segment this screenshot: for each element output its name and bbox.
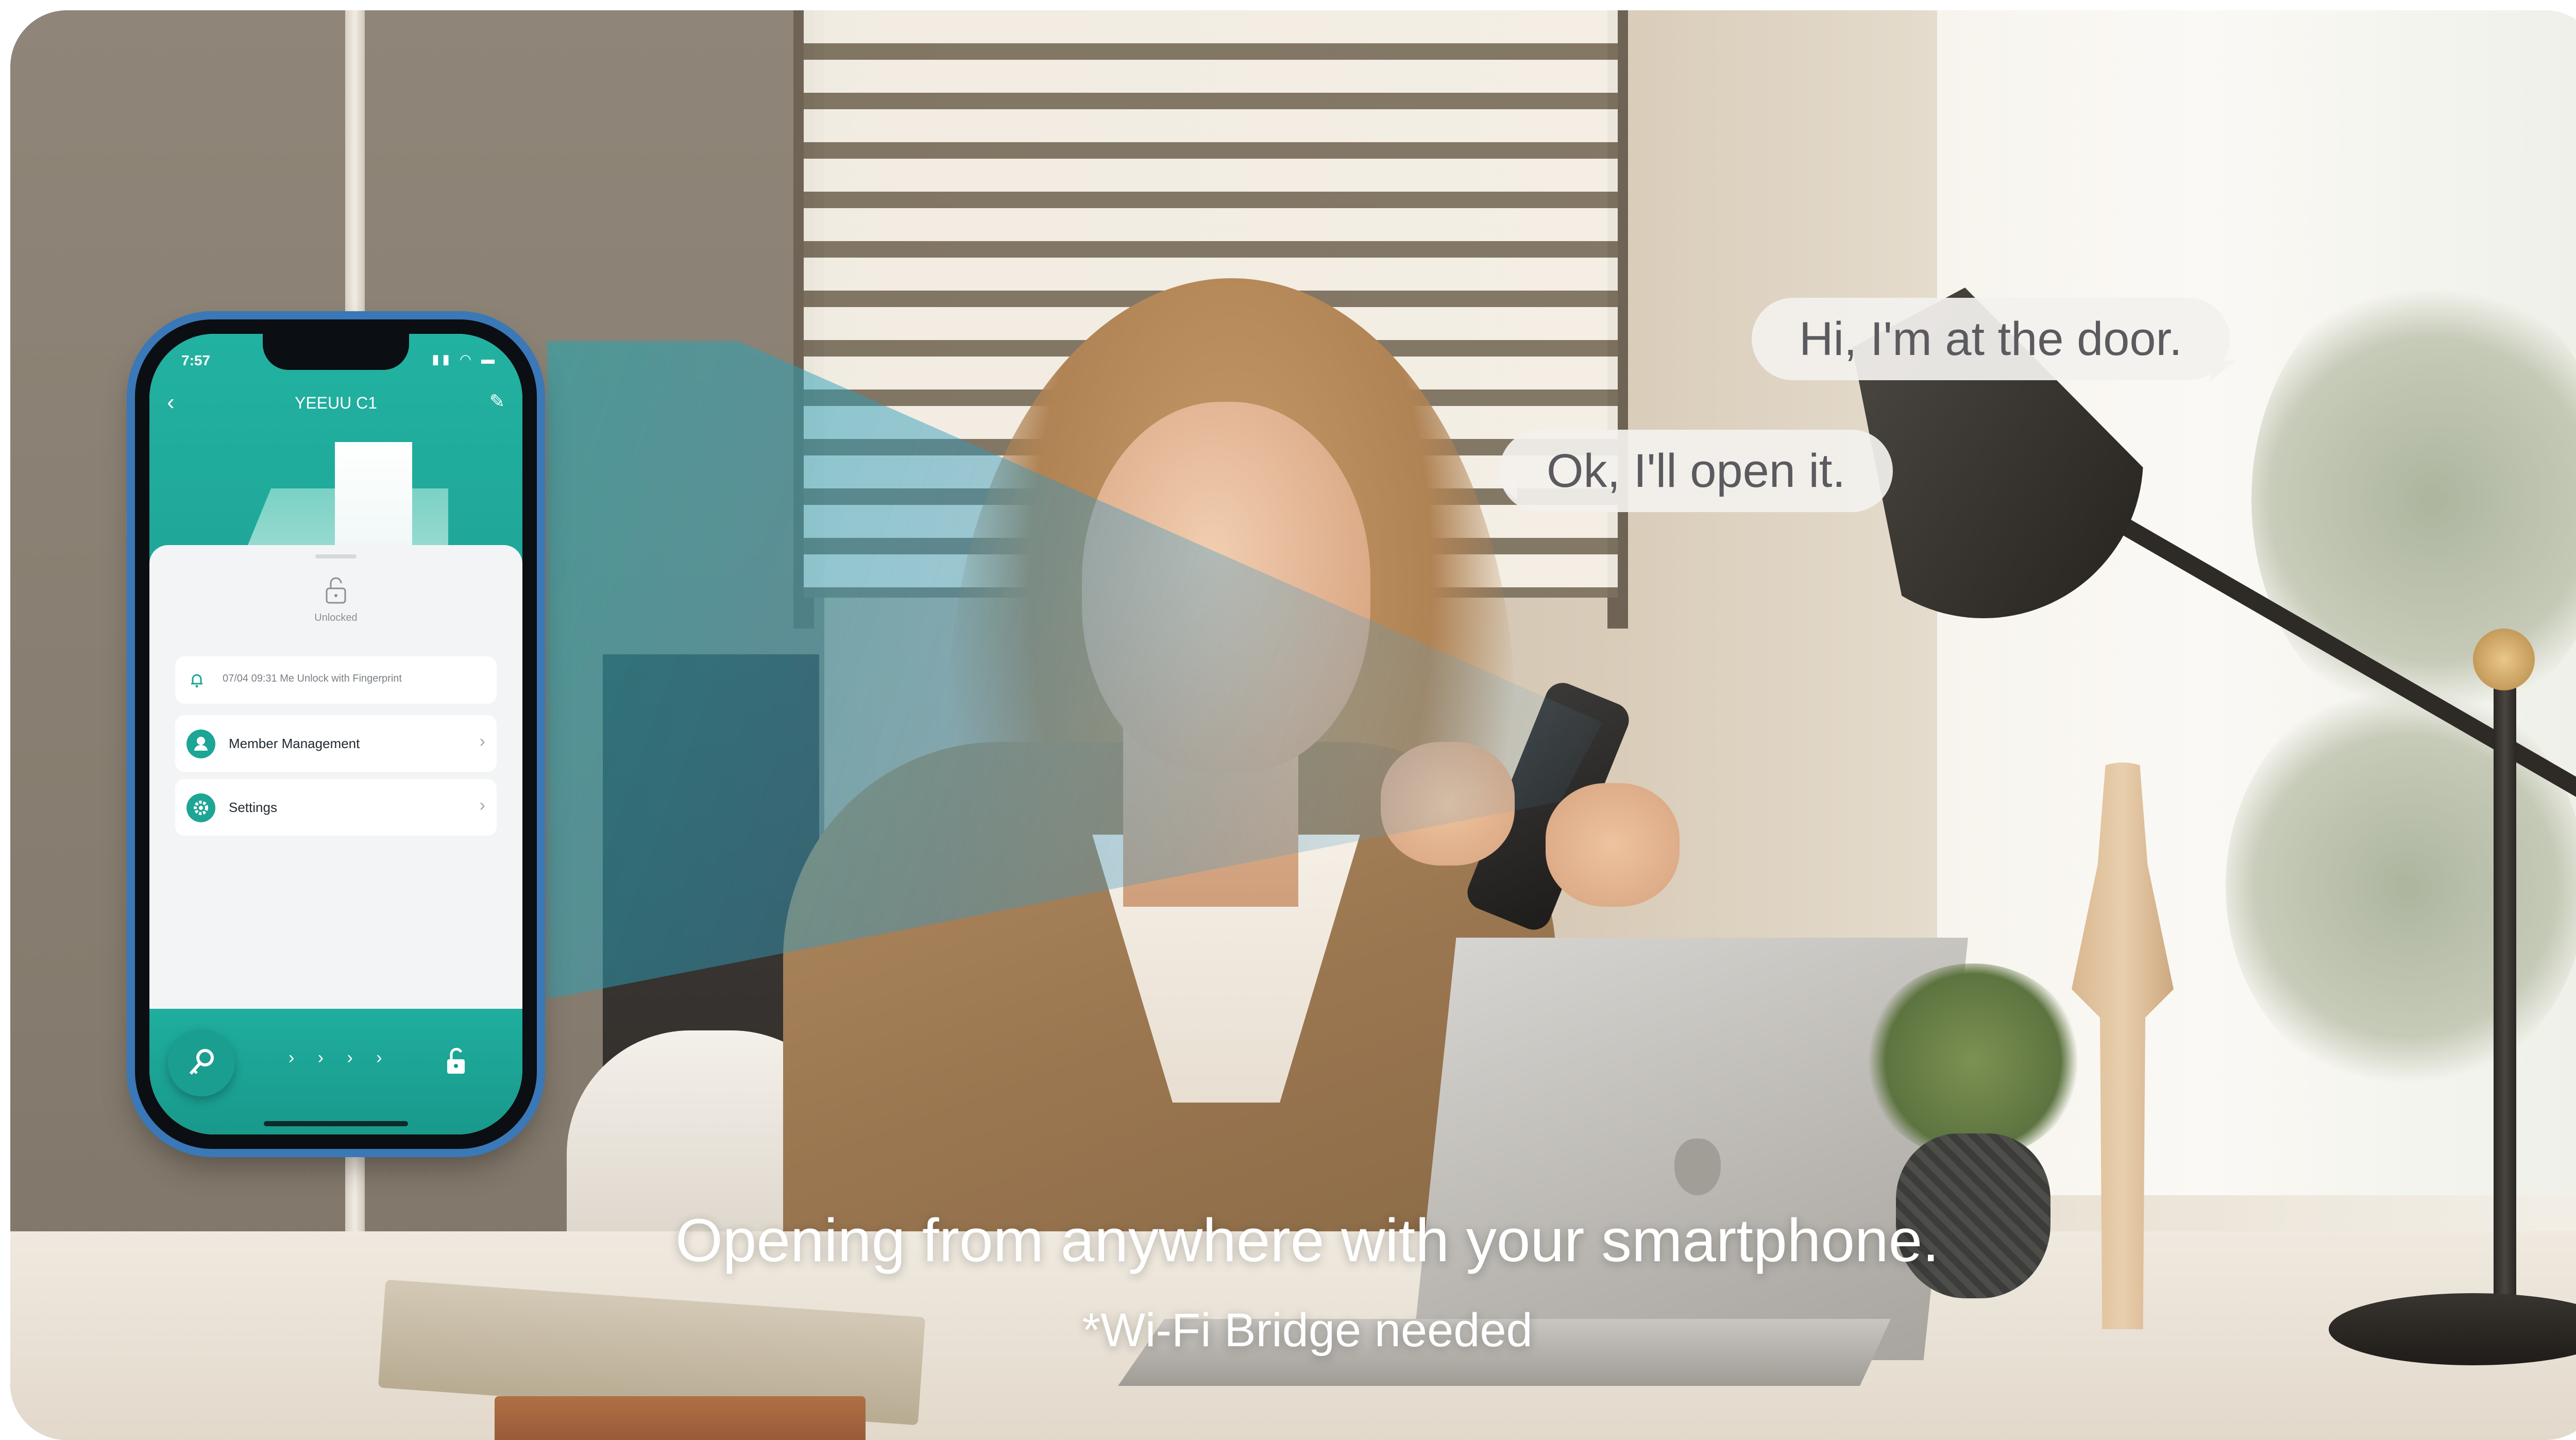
woman-hand-right — [1546, 783, 1680, 907]
gear-icon — [187, 793, 215, 822]
home-indicator — [264, 1121, 408, 1126]
apple-logo-icon — [1674, 1139, 1721, 1195]
menu-item-label: Member Management — [229, 736, 360, 751]
unlocked-icon — [326, 577, 346, 604]
slide-arrows: › › › › — [289, 1048, 392, 1068]
book-bottom — [495, 1396, 866, 1440]
main-caption: Opening from anywhere with your smartpho… — [675, 1207, 1939, 1275]
unlock-log-row[interactable]: 07/04 09:31 Me Unlock with Fingerprint — [175, 656, 497, 704]
unlock-slider-bar[interactable]: › › › › — [149, 1009, 522, 1134]
open-lock-icon — [447, 1047, 465, 1074]
key-icon — [189, 1049, 214, 1075]
sheet-grabber[interactable] — [315, 554, 357, 558]
person-icon — [187, 730, 215, 758]
bubble-tail — [2210, 361, 2236, 381]
status-time: 7:57 — [181, 352, 211, 368]
lock-status: Unlocked — [314, 612, 358, 623]
desk-plant — [1865, 963, 2081, 1159]
bubble-tail — [1492, 479, 1517, 500]
menu-item-label: Settings — [229, 800, 277, 815]
chevron-right-icon: › — [479, 795, 485, 815]
speech-bubble-door: Hi, I'm at the door. — [1752, 298, 2230, 380]
chevron-right-icon: › — [479, 732, 485, 751]
menu-item-member-management[interactable]: Member Management › — [175, 715, 497, 772]
app-screen: 7:57 ▮▮ ◠ ▬ ‹ YEEUU C1 ✎ Unlocked 07/04 … — [149, 334, 522, 1134]
key-button[interactable] — [168, 1029, 235, 1096]
app-title: YEEUU C1 — [294, 394, 378, 412]
menu-item-settings[interactable]: Settings › — [175, 779, 497, 836]
lamp-joint — [2473, 629, 2535, 690]
status-icons: ▮▮ ◠ ▬ — [432, 351, 498, 367]
footnote-caption: *Wi-Fi Bridge needed — [1082, 1304, 1533, 1357]
log-entry-text: 07/04 09:31 Me Unlock with Fingerprint — [223, 673, 402, 684]
lock-card: Unlocked 07/04 09:31 Me Unlock with Fing… — [149, 545, 522, 1060]
edit-icon[interactable]: ✎ — [489, 391, 505, 412]
background-plant-lower — [2226, 680, 2576, 1092]
phone-notch — [263, 334, 409, 370]
phone-mockup: 7:57 ▮▮ ◠ ▬ ‹ YEEUU C1 ✎ Unlocked 07/04 … — [135, 319, 537, 1149]
speech-bubble-reply: Ok, I'll open it. — [1499, 430, 1893, 512]
bell-icon — [191, 674, 202, 688]
